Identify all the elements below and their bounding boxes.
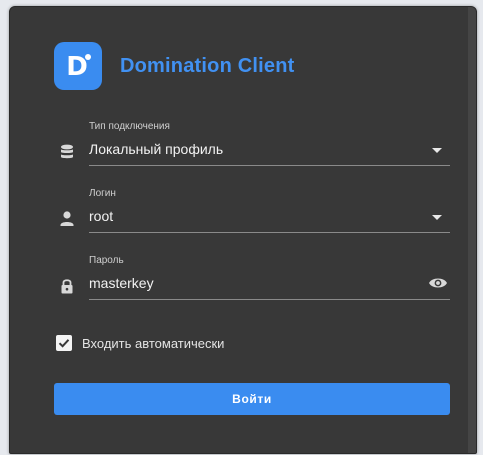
chevron-down-icon[interactable] xyxy=(432,148,442,153)
lock-icon xyxy=(61,279,73,294)
database-icon xyxy=(61,144,73,159)
chevron-down-icon[interactable] xyxy=(432,215,442,220)
checkmark-icon xyxy=(58,339,70,348)
window-right-edge xyxy=(468,7,476,453)
person-icon xyxy=(60,211,74,226)
password-label: Пароль xyxy=(89,255,124,266)
login-select[interactable]: Логин root xyxy=(54,188,450,238)
login-value: root xyxy=(89,208,114,224)
eye-icon[interactable] xyxy=(428,276,448,290)
connection-type-label: Тип подключения xyxy=(89,121,170,132)
desktop-background: D Domination Client Тип подключения Лока… xyxy=(0,0,483,455)
app-title: Domination Client xyxy=(120,54,295,77)
login-button[interactable]: Войти xyxy=(54,383,450,415)
auto-login-label: Входить автоматически xyxy=(82,335,225,351)
connection-type-select[interactable]: Тип подключения Локальный профиль xyxy=(54,121,450,171)
app-logo-dot xyxy=(85,54,91,60)
app-logo: D xyxy=(54,42,102,90)
password-field[interactable]: Пароль masterkey xyxy=(54,255,450,305)
connection-type-underline xyxy=(89,165,450,166)
login-underline xyxy=(89,232,450,233)
auto-login-checkbox[interactable] xyxy=(56,335,72,351)
auto-login-checkbox-row[interactable]: Входить автоматически xyxy=(54,333,224,353)
connection-type-value: Локальный профиль xyxy=(89,141,224,157)
login-label: Логин xyxy=(89,188,116,199)
app-header: D Domination Client xyxy=(54,41,295,91)
login-window: D Domination Client Тип подключения Лока… xyxy=(9,6,477,454)
password-value: masterkey xyxy=(89,275,154,291)
password-underline xyxy=(89,299,450,300)
